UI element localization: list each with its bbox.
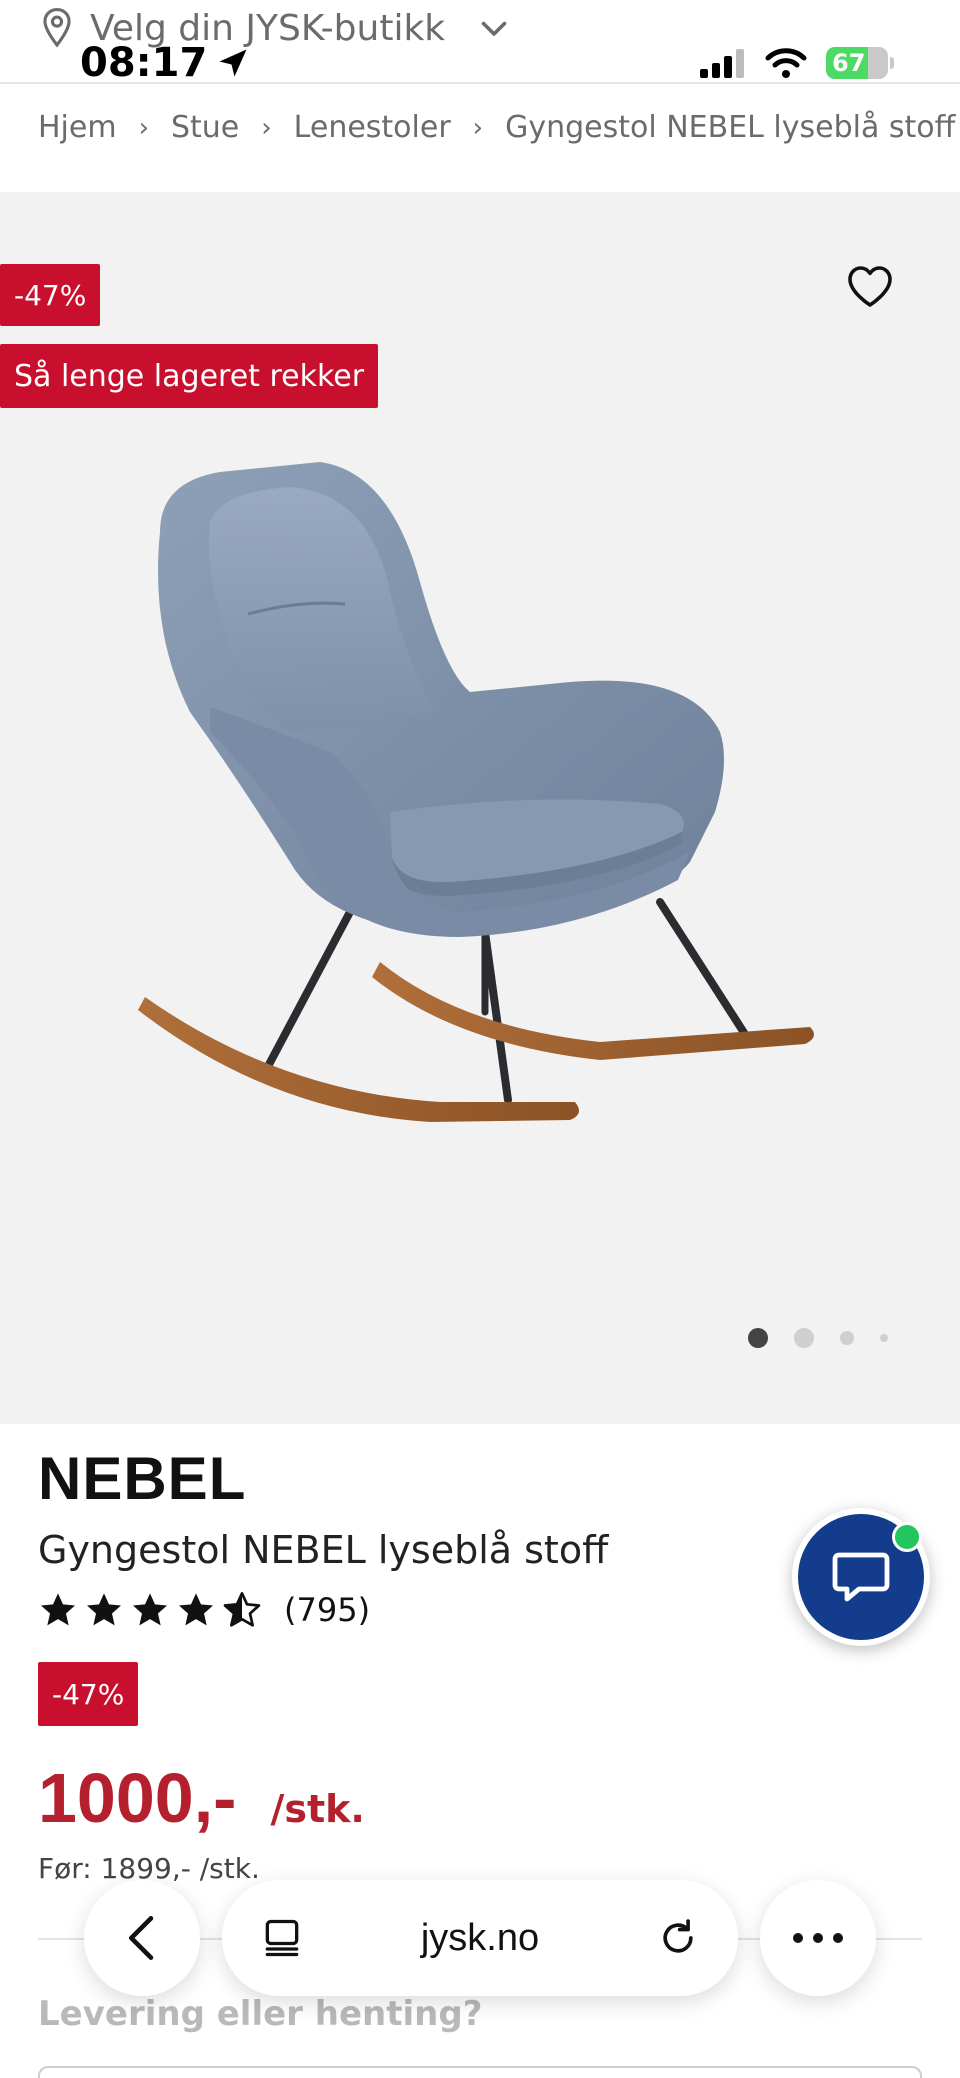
price: 1000,- /stk. (38, 1758, 365, 1838)
discount-badge-secondary: -47% (38, 1662, 139, 1726)
system-icons: 67 (698, 46, 894, 80)
gallery-dot-2[interactable] (794, 1328, 814, 1348)
delivery-option-card[interactable] (38, 2066, 922, 2078)
signal-icon (700, 49, 744, 78)
star-full-icon (41, 1593, 75, 1626)
url-text: jysk.no (420, 1916, 540, 1959)
star-full-icon (87, 1593, 121, 1626)
chevron-right-icon: › (261, 112, 272, 143)
location-pin-icon (43, 8, 71, 48)
breadcrumb-stue[interactable]: Stue (171, 110, 239, 145)
product-gallery[interactable]: -47% Så lenge lageret rekker (0, 192, 960, 1424)
price-value: 1000,- (38, 1759, 237, 1837)
gallery-dot-1[interactable] (748, 1328, 768, 1348)
online-status-dot (892, 1522, 922, 1552)
review-count[interactable]: (795) (284, 1591, 370, 1629)
gallery-pagination (748, 1328, 888, 1348)
browser-toolbar: jysk.no (0, 1872, 960, 2002)
star-half-icon (223, 1592, 261, 1627)
more-icon (793, 1933, 843, 1943)
heart-icon[interactable] (846, 264, 894, 308)
discount-badge: -47% (0, 264, 101, 326)
location-arrow-icon (219, 49, 247, 77)
status-time-text: 08:17 (80, 40, 208, 86)
reload-icon[interactable] (656, 1916, 700, 1960)
address-bar[interactable]: jysk.no (222, 1880, 738, 1996)
stock-badge: Så lenge lageret rekker (0, 344, 379, 408)
battery-indicator: 67 (826, 47, 894, 79)
breadcrumb-current[interactable]: Gyngestol NEBEL lyseblå stoff (505, 110, 955, 145)
more-button[interactable] (760, 1880, 876, 1996)
status-time: 08:17 (80, 40, 251, 86)
chevron-down-icon (481, 21, 507, 36)
star-full-icon (133, 1593, 167, 1626)
chevron-right-icon: › (138, 112, 149, 143)
breadcrumb-home[interactable]: Hjem (38, 110, 117, 145)
header-divider (0, 82, 960, 84)
chat-bubble-icon (832, 1552, 890, 1602)
reader-icon[interactable] (260, 1916, 304, 1960)
back-button[interactable] (84, 1880, 200, 1996)
gallery-dot-3[interactable] (840, 1331, 854, 1345)
battery-percent: 67 (832, 49, 866, 77)
product-image[interactable] (130, 432, 830, 1152)
star-full-icon (179, 1593, 213, 1626)
product-brand: NEBEL (38, 1445, 247, 1512)
breadcrumb: Hjem › Stue › Lenestoler › Gyngestol NEB… (38, 110, 955, 145)
rating[interactable]: (795) (38, 1590, 370, 1630)
gallery-dot-4[interactable] (880, 1334, 888, 1342)
price-unit: /stk. (270, 1787, 365, 1831)
product-name: Gyngestol NEBEL lyseblå stoff (38, 1528, 609, 1572)
wifi-icon (765, 48, 807, 78)
breadcrumb-lenestoler[interactable]: Lenestoler (294, 110, 451, 145)
chevron-left-icon (128, 1916, 154, 1960)
chevron-right-icon: › (472, 112, 484, 143)
chat-button[interactable] (792, 1508, 930, 1646)
